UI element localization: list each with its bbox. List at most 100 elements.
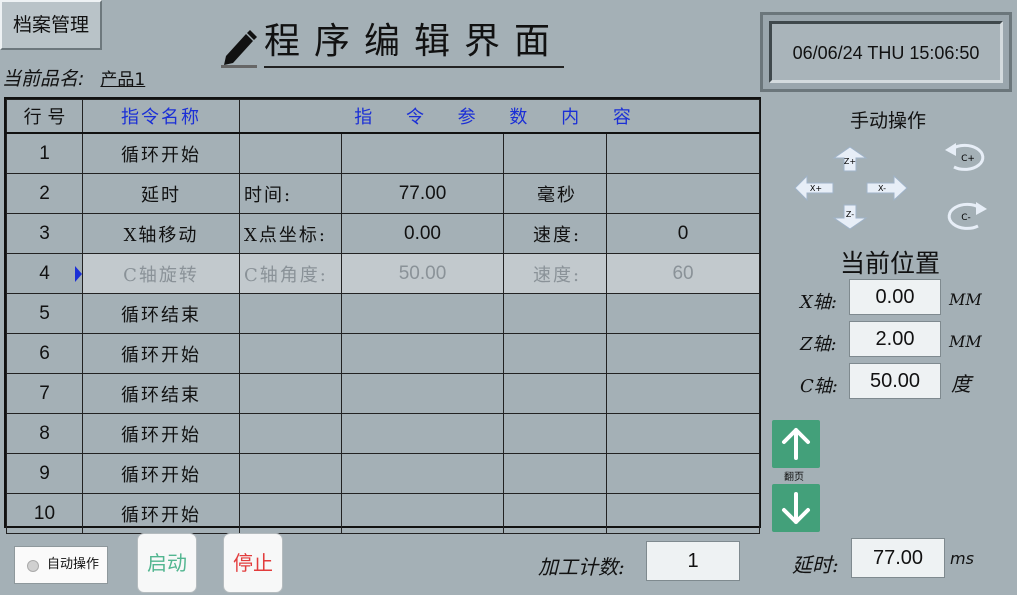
arrow-up-icon <box>782 428 810 460</box>
x-plus-jog-button[interactable]: X+ <box>794 175 834 201</box>
table-row[interactable]: 9 循环开始 <box>6 453 761 494</box>
param-value2-cell[interactable]: 60 <box>605 253 761 294</box>
command-name-cell[interactable]: 循环开始 <box>82 413 240 454</box>
table-row[interactable]: 1 循环开始 <box>6 132 761 174</box>
param-value-cell[interactable] <box>341 493 504 534</box>
page-down-button[interactable] <box>772 484 820 532</box>
param-value-cell[interactable] <box>341 132 504 174</box>
c-plus-rotate-button[interactable]: C+ <box>942 141 990 175</box>
command-name-cell[interactable]: 循环开始 <box>82 132 240 174</box>
z-plus-label: Z+ <box>844 157 856 166</box>
page-up-button[interactable] <box>772 420 820 468</box>
param-label-cell[interactable] <box>239 493 342 534</box>
param-value-cell[interactable] <box>341 453 504 494</box>
param-label-cell[interactable]: X点坐标: <box>239 213 342 254</box>
param-value-cell[interactable] <box>341 333 504 374</box>
process-count-value[interactable]: 1 <box>646 541 740 581</box>
param-label2-cell[interactable]: 速度: <box>503 213 607 254</box>
delay-label: 延时: <box>792 553 839 577</box>
param-value2-cell[interactable] <box>605 373 761 414</box>
col-header-command-params: 指 令 参 数 内 容 <box>238 99 761 134</box>
param-label2-cell[interactable] <box>503 333 607 374</box>
param-value2-cell[interactable] <box>605 493 761 534</box>
table-row[interactable]: 2 延时 时间: 77.00 毫秒 <box>6 173 761 214</box>
c-minus-label: C- <box>961 213 971 223</box>
param-value2-cell[interactable] <box>605 453 761 494</box>
page-title: 程序编辑界面 <box>264 18 565 68</box>
program-table-frame: 行 号 指令名称 指 令 参 数 内 容 1 循环开始 2 延时 时间: 77.00 毫秒 3… <box>4 97 761 534</box>
param-label-cell[interactable] <box>239 453 342 494</box>
param-value-cell[interactable]: 77.00 <box>341 173 504 214</box>
param-label2-cell[interactable] <box>503 493 607 534</box>
param-label-cell[interactable] <box>239 293 342 334</box>
param-value2-cell[interactable] <box>605 333 761 374</box>
table-row[interactable]: 5 循环结束 <box>6 293 761 334</box>
command-name-cell[interactable]: C轴旋转 <box>82 253 240 294</box>
param-value-cell[interactable] <box>341 373 504 414</box>
col-header-command-name: 指令名称 <box>82 99 240 134</box>
command-name-cell[interactable]: 循环开始 <box>82 453 240 494</box>
param-value-cell[interactable] <box>341 293 504 334</box>
line-number-cell[interactable]: 7 <box>6 373 83 414</box>
c-plus-label: C+ <box>961 154 975 164</box>
arrow-down-icon <box>782 492 810 524</box>
param-label2-cell[interactable]: 毫秒 <box>503 173 607 214</box>
table-row[interactable]: 10 循环开始 <box>6 493 761 534</box>
line-number-cell[interactable]: 10 <box>6 493 83 534</box>
stop-button[interactable]: 停止 <box>223 533 283 593</box>
delay-value[interactable]: 77.00 <box>851 538 945 578</box>
table-row[interactable]: 6 循环开始 <box>6 333 761 374</box>
command-name-cell[interactable]: 循环结束 <box>82 293 240 334</box>
x-axis-unit: MM <box>949 290 982 309</box>
line-number-cell[interactable]: 5 <box>6 293 83 334</box>
param-label2-cell[interactable] <box>503 293 607 334</box>
param-value-cell[interactable] <box>341 413 504 454</box>
param-value-cell[interactable]: 0.00 <box>341 213 504 254</box>
param-label2-cell[interactable] <box>503 413 607 454</box>
param-value2-cell[interactable]: 0 <box>605 213 761 254</box>
c-minus-rotate-button[interactable]: C- <box>942 200 990 234</box>
param-label2-cell[interactable]: 速度: <box>503 253 607 294</box>
param-label-cell[interactable] <box>239 373 342 414</box>
line-number-cell[interactable]: 8 <box>6 413 83 454</box>
start-button[interactable]: 启动 <box>137 533 197 593</box>
line-number-cell[interactable]: 6 <box>6 333 83 374</box>
param-value2-cell[interactable] <box>605 293 761 334</box>
param-value2-cell[interactable] <box>605 173 761 214</box>
archive-management-button[interactable]: 档案管理 <box>0 0 102 50</box>
line-number-cell[interactable]: 4 <box>6 253 83 294</box>
line-number-cell[interactable]: 9 <box>6 453 83 494</box>
z-minus-jog-button[interactable]: Z- <box>832 204 868 230</box>
c-axis-value: 50.00 <box>849 363 941 399</box>
param-label-cell[interactable] <box>239 132 342 174</box>
datetime-display: 06/06/24 THU 15:06:50 <box>769 21 1003 83</box>
param-label-cell[interactable] <box>239 413 342 454</box>
command-name-cell[interactable]: 循环开始 <box>82 493 240 534</box>
param-label2-cell[interactable] <box>503 453 607 494</box>
line-number-cell[interactable]: 3 <box>6 213 83 254</box>
param-label-cell[interactable]: 时间: <box>239 173 342 214</box>
toggle-indicator-icon <box>27 560 39 572</box>
line-number-cell[interactable]: 1 <box>6 132 83 174</box>
param-label2-cell[interactable] <box>503 373 607 414</box>
param-value-cell[interactable]: 50.00 <box>341 253 504 294</box>
c-axis-label: C轴: <box>800 376 838 397</box>
command-name-cell[interactable]: X轴移动 <box>82 213 240 254</box>
z-plus-jog-button[interactable]: Z+ <box>832 146 868 172</box>
param-label-cell[interactable]: C轴角度: <box>239 253 342 294</box>
z-axis-unit: MM <box>949 332 982 351</box>
table-row[interactable]: 8 循环开始 <box>6 413 761 454</box>
param-value2-cell[interactable] <box>605 132 761 174</box>
table-row[interactable]: 3 X轴移动 X点坐标: 0.00 速度: 0 <box>6 213 761 254</box>
param-value2-cell[interactable] <box>605 413 761 454</box>
param-label-cell[interactable] <box>239 333 342 374</box>
x-minus-jog-button[interactable]: X- <box>866 175 908 201</box>
command-name-cell[interactable]: 循环结束 <box>82 373 240 414</box>
command-name-cell[interactable]: 延时 <box>82 173 240 214</box>
auto-operation-toggle[interactable]: 自动操作 <box>14 546 108 584</box>
table-row[interactable]: 7 循环结束 <box>6 373 761 414</box>
command-name-cell[interactable]: 循环开始 <box>82 333 240 374</box>
param-label2-cell[interactable] <box>503 132 607 174</box>
line-number-cell[interactable]: 2 <box>6 173 83 214</box>
table-row[interactable]: 4 C轴旋转 C轴角度: 50.00 速度: 60 <box>6 253 761 294</box>
